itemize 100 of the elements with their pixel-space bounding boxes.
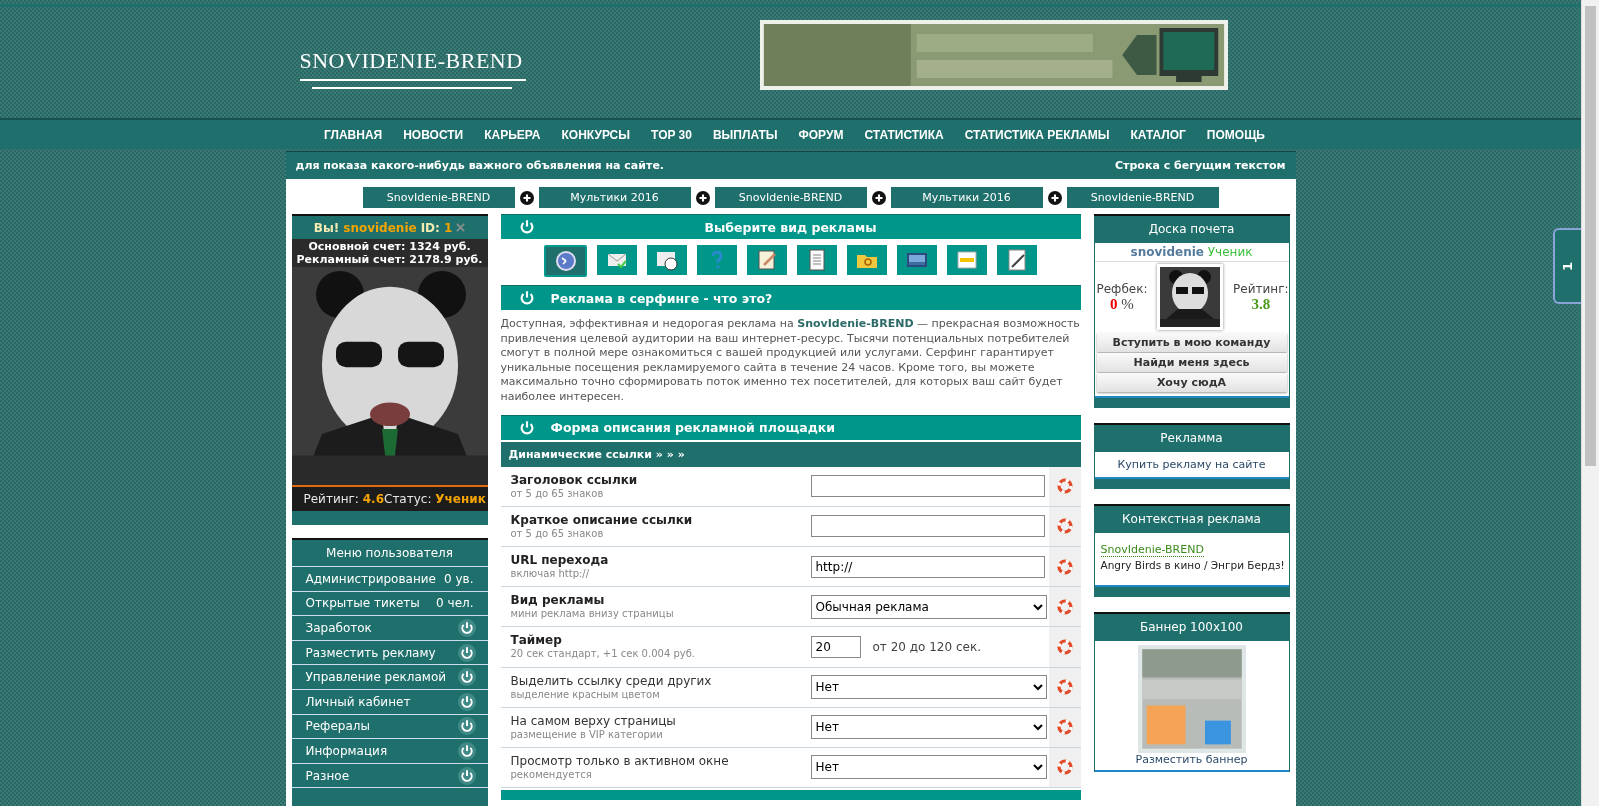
- ad-type-button[interactable]: [597, 245, 637, 275]
- field-hint: от 5 до 65 знаков: [510, 487, 605, 500]
- ticker-text: Строка с бегущим текстом: [1115, 159, 1286, 172]
- lifebuoy-icon[interactable]: [1056, 719, 1073, 736]
- section-title: Реклама в серфинге - что это?: [550, 290, 773, 306]
- ad-link[interactable]: SnovIdenie-BREND: [1100, 543, 1204, 557]
- input-field[interactable]: [810, 475, 1045, 498]
- lifebuoy-icon[interactable]: [1056, 478, 1073, 495]
- menu-item[interactable]: Информация: [305, 743, 388, 758]
- username[interactable]: snovidenie: [1130, 245, 1204, 259]
- refback-value: 0: [1110, 295, 1118, 312]
- link-tab[interactable]: SnovIdenie-BREND: [714, 187, 867, 208]
- notepad-icon: [755, 248, 779, 272]
- power-icon[interactable]: [457, 717, 476, 736]
- menu-item[interactable]: Разное: [305, 768, 350, 783]
- field-label: На самом верху страницы: [510, 713, 677, 729]
- lifebuoy-icon[interactable]: [1056, 759, 1073, 776]
- power-icon[interactable]: [457, 619, 476, 637]
- side-tab[interactable]: 1: [1553, 228, 1581, 304]
- field-hint: от 5 до 65 знаков: [510, 527, 605, 540]
- menu-item[interactable]: Личный кабинет: [305, 694, 411, 709]
- nav-link[interactable]: КАРЬЕРА: [484, 127, 541, 142]
- panel-title: Доска почета: [1147, 221, 1236, 238]
- nav-link[interactable]: TOP 30: [651, 127, 692, 142]
- field-hint: выделение красным цветом: [510, 688, 661, 701]
- nav-link[interactable]: ПОМОЩЬ: [1206, 127, 1265, 142]
- ad-type-button[interactable]: [947, 245, 987, 275]
- nav-link[interactable]: СТАТИСТИКА: [864, 127, 944, 142]
- menu-item[interactable]: Заработок: [305, 621, 372, 635]
- rating-value: 4.6: [362, 492, 384, 506]
- field-hint: размещение в VIP категории: [510, 728, 664, 741]
- ad-type-button[interactable]: [544, 245, 587, 277]
- input-field[interactable]: [810, 515, 1045, 538]
- menu-item[interactable]: Рефералы: [305, 719, 370, 734]
- ad-type-button[interactable]: [897, 245, 937, 275]
- link-tab[interactable]: SnovIdenie-BREND: [1066, 187, 1219, 208]
- field-hint: мини реклама внизу страницы: [510, 608, 675, 621]
- action-button[interactable]: Найди меня здесь: [1096, 353, 1287, 372]
- site-logo[interactable]: SNOVIDENIE-BREND: [299, 48, 523, 79]
- lifebuoy-icon[interactable]: [1056, 518, 1073, 535]
- field-label: Вид рекламы: [510, 593, 606, 609]
- user-rank: Ученик: [1207, 245, 1253, 259]
- nav-link[interactable]: СТАТИСТИКА РЕКЛАМЫ: [964, 127, 1110, 142]
- power-icon[interactable]: [457, 668, 476, 687]
- table-icon: [955, 248, 979, 272]
- dropdown[interactable]: Обычная реклама: [810, 594, 1047, 619]
- field-label: Краткое описание ссылки: [510, 512, 694, 528]
- menu-item[interactable]: Открытые тикеты: [305, 596, 420, 611]
- greeting-label: Вы!: [313, 220, 340, 235]
- section-title: Форма описания рекламной площадки: [550, 420, 836, 436]
- dropdown[interactable]: Нет: [810, 675, 1047, 700]
- ad-type-button[interactable]: [797, 245, 837, 275]
- plus-icon: [695, 190, 710, 205]
- subsection-title: Динамические ссылки » » »: [508, 447, 685, 461]
- dropdown[interactable]: Нет: [810, 715, 1047, 740]
- ad-type-button[interactable]: [997, 245, 1037, 275]
- section-title: Выберите вид рекламы: [703, 219, 878, 235]
- power-icon[interactable]: [457, 692, 476, 711]
- ad-balance: Рекламный счет: 2178.9 руб.: [296, 253, 483, 266]
- input-field[interactable]: http://: [810, 555, 1045, 578]
- nav-link[interactable]: ФОРУМ: [798, 127, 844, 142]
- power-icon[interactable]: [457, 741, 476, 760]
- field-label: Таймер: [510, 633, 563, 649]
- lifebuoy-icon[interactable]: [1056, 638, 1073, 655]
- place-banner-link[interactable]: Разместить баннер: [1135, 753, 1248, 766]
- lifebuoy-icon[interactable]: [1056, 679, 1073, 696]
- ad-type-button[interactable]: [647, 245, 687, 275]
- rating-label: Рейтинг:: [303, 492, 359, 506]
- panel-title: Баннер 100x100: [1139, 619, 1244, 636]
- action-button[interactable]: Вступить в мою команду: [1096, 333, 1287, 352]
- field-label: Просмотр только в активном окне: [510, 753, 730, 769]
- pen-document-icon: [1005, 248, 1029, 272]
- action-button[interactable]: Хочу сюдА: [1096, 373, 1287, 392]
- nav-link[interactable]: НОВОСТИ: [403, 127, 464, 142]
- field-hint: включая http://: [510, 568, 591, 581]
- lifebuoy-icon[interactable]: [1056, 558, 1073, 575]
- scrollbar[interactable]: [1581, 0, 1599, 806]
- nav-link[interactable]: ГЛАВНАЯ: [324, 127, 383, 142]
- dropdown[interactable]: Нет: [810, 755, 1047, 780]
- nav-link[interactable]: КОНКУРСЫ: [561, 127, 630, 142]
- status-value: Ученик: [435, 492, 486, 506]
- menu-item[interactable]: Администрирование: [305, 571, 436, 586]
- link-tab[interactable]: SnovIdenie-BREND: [362, 187, 515, 208]
- status-label: Статус:: [384, 492, 432, 506]
- menu-item[interactable]: Разместить рекламу: [305, 645, 436, 660]
- main-balance: Основной счет: 1324 руб.: [308, 240, 471, 253]
- menu-item[interactable]: Управление рекламой: [305, 670, 447, 685]
- nav-link[interactable]: КАТАЛОГ: [1130, 127, 1186, 142]
- input-field[interactable]: 20: [810, 635, 861, 658]
- link-tab[interactable]: Мультики 2016: [538, 187, 691, 208]
- ad-type-button[interactable]: [747, 245, 787, 275]
- lifebuoy-icon[interactable]: [1056, 598, 1073, 615]
- power-icon[interactable]: [457, 643, 476, 662]
- percent-sign: %: [1121, 295, 1134, 312]
- link-tab[interactable]: Мультики 2016: [890, 187, 1043, 208]
- field-label: Выделить ссылку среди других: [510, 673, 713, 689]
- field-hint: 20 сек стандарт, +1 сек 0.004 руб.: [510, 648, 697, 661]
- panel-title: Контекстная реклама: [1121, 511, 1262, 528]
- power-icon[interactable]: [457, 766, 476, 785]
- nav-link[interactable]: ВЫПЛАТЫ: [712, 127, 778, 142]
